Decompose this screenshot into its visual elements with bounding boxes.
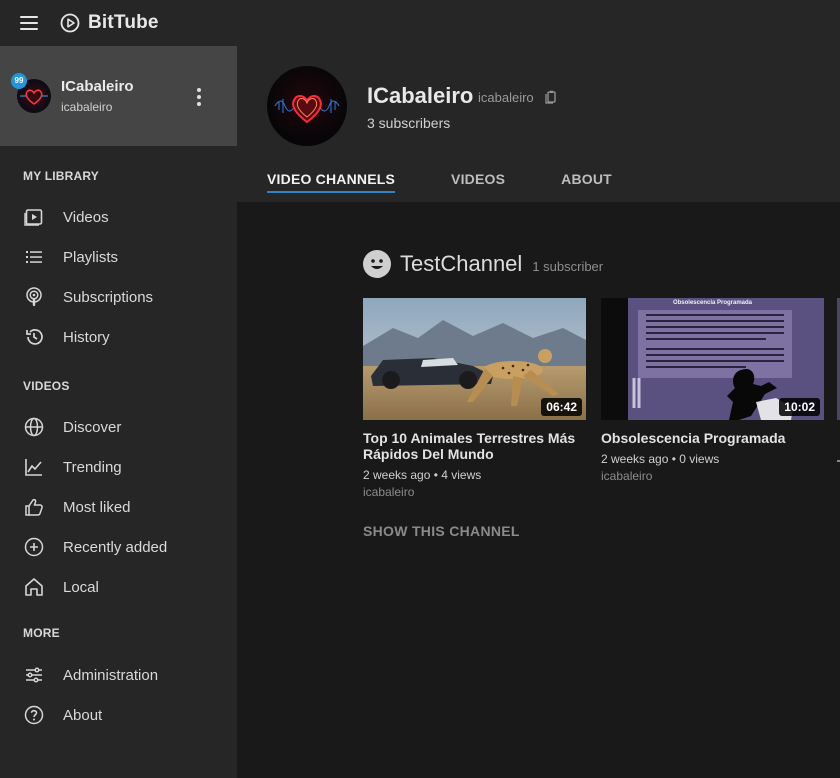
video-channel-header: TestChannel 1 subscriber [363, 250, 603, 278]
main-area: ICabaleiro icabaleiro 3 subscribers VIDE… [237, 46, 840, 778]
logo[interactable]: BitTube [60, 12, 159, 34]
sidebar-item-playlists[interactable]: Playlists [0, 237, 237, 277]
list-icon [23, 246, 45, 268]
channel-subscribers: 3 subscribers [367, 115, 451, 131]
sidebar-item-label: Local [63, 578, 99, 596]
channel-handle: icabaleiro [478, 90, 534, 105]
sidebar-item-subscriptions[interactable]: Subscriptions [0, 277, 237, 317]
channel-tabs: VIDEO CHANNELS VIDEOS ABOUT [267, 171, 668, 193]
more-options-icon[interactable] [197, 88, 201, 106]
sidebar-item-label: Administration [63, 666, 159, 684]
app-name: BitTube [88, 12, 159, 33]
copy-icon[interactable] [544, 90, 558, 109]
section-title-more: MORE [23, 626, 60, 640]
video-icon [23, 206, 45, 228]
video-thumbnail[interactable]: 06:42 [363, 298, 586, 420]
video-thumbnail[interactable]: Obsolescencia Programada 10:02 [601, 298, 824, 420]
trending-icon [23, 456, 45, 478]
tab-about[interactable]: ABOUT [561, 171, 612, 187]
sidebar-item-administration[interactable]: Administration [0, 655, 237, 695]
video-card[interactable]: Obsolescencia Programada 10:02 Obsolesce… [601, 298, 824, 483]
menu-icon[interactable] [20, 16, 38, 30]
section-title-library: MY LIBRARY [23, 169, 100, 183]
plus-circle-icon [23, 536, 45, 558]
sidebar-item-about[interactable]: About [0, 695, 237, 735]
user-block[interactable]: 99 ICabaleiro icabaleiro [0, 46, 237, 146]
video-title[interactable]: Obsolescencia Programada [601, 430, 824, 446]
video-duration: 10:02 [779, 398, 820, 416]
thumbs-up-icon [23, 496, 45, 518]
channel-name: ICabaleiro [367, 83, 474, 108]
user-name[interactable]: ICabaleiro [61, 78, 134, 95]
sidebar-item-recently-added[interactable]: Recently added [0, 527, 237, 567]
sidebar-item-most-liked[interactable]: Most liked [0, 487, 237, 527]
video-meta: 2 weeks ago • 0 views [601, 452, 720, 466]
sidebar-item-label: Videos [63, 208, 109, 226]
video-author[interactable]: icabaleiro [601, 469, 824, 483]
globe-icon [23, 416, 45, 438]
sidebar-item-history[interactable]: History [0, 317, 237, 357]
video-title[interactable]: Top 10 Animales Terrestres Más Rápidos D… [363, 430, 586, 462]
sidebar-item-label: Recently added [63, 538, 168, 556]
section-title-videos: VIDEOS [23, 379, 70, 393]
home-icon [23, 576, 45, 598]
channel-avatar-smiley-icon[interactable] [363, 250, 391, 278]
sidebar-item-label: Subscriptions [63, 288, 154, 306]
sidebar-item-label: History [63, 328, 110, 346]
sidebar-item-label: Playlists [63, 248, 119, 266]
video-card[interactable]: 06:42 Top 10 Animales Terrestres Más Ráp… [363, 298, 586, 499]
help-icon [23, 704, 45, 726]
notification-badge: 99 [11, 73, 27, 89]
show-channel-button[interactable]: SHOW THIS CHANNEL [363, 523, 520, 539]
tab-videos[interactable]: VIDEOS [451, 171, 505, 187]
video-author[interactable]: icabaleiro [363, 485, 586, 499]
sidebar-item-label: Most liked [63, 498, 131, 516]
video-meta: 2 weeks ago • 4 views [363, 468, 482, 482]
video-channel-subscribers: 1 subscriber [532, 258, 604, 274]
thumbnail-heading: Obsolescencia Programada [672, 300, 753, 306]
sidebar-item-discover[interactable]: Discover [0, 407, 237, 447]
play-circle-icon [60, 13, 80, 33]
video-duration: 06:42 [541, 398, 582, 416]
avatar[interactable]: 99 [11, 73, 51, 113]
channel-content: TestChannel 1 subscriber 06:42 Top 10 An… [237, 202, 840, 778]
sidebar-item-label: Trending [63, 458, 122, 476]
sliders-icon [23, 664, 45, 686]
sidebar-item-label: Discover [63, 418, 122, 436]
sidebar-item-label: About [63, 706, 103, 724]
sidebar: 99 ICabaleiro icabaleiro MY LIBRARY Vide… [0, 46, 237, 778]
sidebar-item-videos[interactable]: Videos [0, 197, 237, 237]
channel-header: ICabaleiro icabaleiro 3 subscribers VIDE… [237, 46, 840, 202]
channel-avatar [267, 66, 347, 146]
user-handle: icabaleiro [61, 100, 113, 114]
sidebar-item-local[interactable]: Local [0, 567, 237, 607]
tab-video-channels[interactable]: VIDEO CHANNELS [267, 171, 396, 193]
top-bar: BitTube [0, 0, 840, 46]
podcast-icon [23, 286, 45, 308]
heart-icon [274, 95, 340, 124]
video-channel-name[interactable]: TestChannel [400, 251, 522, 277]
history-icon [23, 326, 45, 348]
sidebar-item-trending[interactable]: Trending [0, 447, 237, 487]
